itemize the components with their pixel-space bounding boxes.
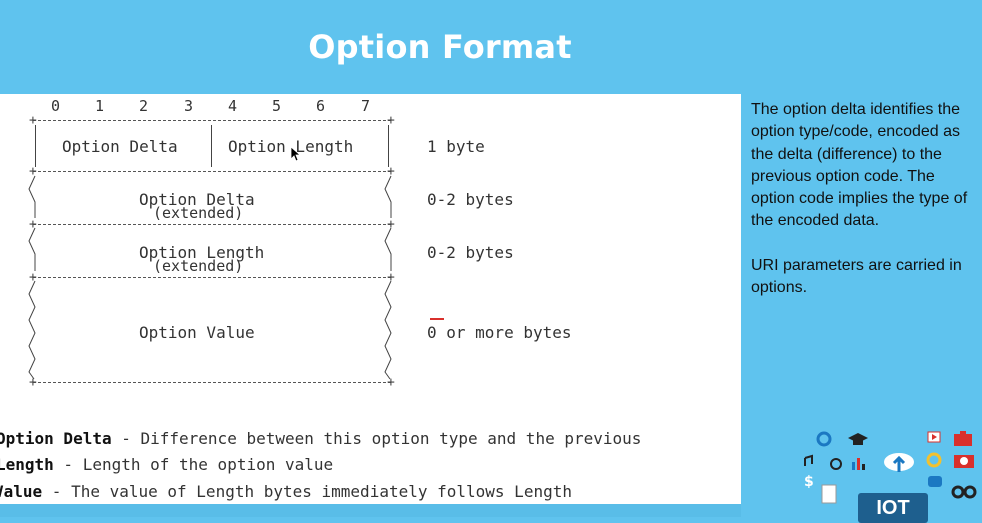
graduation-cap-icon — [848, 433, 868, 445]
notes-paragraph: The option delta identifies the option t… — [751, 101, 968, 230]
refresh-icon — [926, 452, 942, 468]
gear-icon — [816, 431, 832, 447]
sidebar-notes: The option delta identifies the option t… — [751, 99, 973, 321]
size-label: 0-2 bytes — [427, 243, 514, 262]
bit-number: 1 — [95, 97, 105, 115]
bit-number: 0 — [51, 97, 61, 115]
definition-term: Length — [0, 455, 54, 474]
cell-border — [211, 125, 212, 167]
cell-border — [388, 125, 389, 167]
extended-label: (extended) — [153, 204, 244, 222]
extended-label: (extended) — [153, 257, 244, 275]
slide-title: Option Format — [308, 28, 572, 66]
bar-chart-icon — [852, 458, 865, 470]
definition-text: - The value of Length bytes immediately … — [42, 482, 572, 501]
bit-number: 2 — [139, 97, 149, 115]
definition-text: - Length of the option value — [53, 455, 334, 474]
circle-icon — [830, 458, 842, 470]
option-value-field: Option Value — [139, 323, 255, 342]
bottom-band — [0, 504, 741, 517]
notes-paragraph: URI parameters are carried in options. — [751, 256, 962, 297]
bit-number: 6 — [316, 97, 326, 115]
play-icon — [927, 431, 941, 443]
chat-icon — [928, 476, 942, 487]
iot-badge: IOT — [858, 493, 928, 523]
bit-number: 7 — [361, 97, 371, 115]
row-border — [33, 171, 391, 172]
definition-term: Value — [0, 482, 43, 501]
wavy-border-right — [384, 175, 392, 380]
briefcase-icon — [954, 431, 972, 446]
size-label: 0-2 bytes — [427, 190, 514, 209]
definition-term: Option Delta — [0, 429, 112, 448]
definition-text: - Difference between this option type an… — [111, 429, 642, 448]
definition-delta: Option Delta - Difference between this o… — [0, 429, 641, 448]
document-icon — [821, 484, 837, 504]
music-icon — [804, 454, 813, 466]
row-border — [33, 382, 391, 383]
definition-value: Value - The value of Length bytes immedi… — [0, 482, 572, 501]
option-delta-field: Option Delta — [62, 137, 178, 156]
row-border — [33, 120, 391, 121]
definition-length: Length - Length of the option value — [0, 455, 333, 474]
svg-text:$: $ — [804, 474, 814, 490]
bit-number: 3 — [184, 97, 194, 115]
bit-number: 4 — [228, 97, 238, 115]
wavy-border-left — [28, 175, 36, 380]
cloud-upload-icon — [884, 453, 914, 472]
size-label: 0 or more bytes — [427, 323, 572, 342]
bit-number: 5 — [272, 97, 282, 115]
dollar-icon: $ — [804, 474, 814, 490]
cell-border — [35, 125, 36, 167]
annotation-mark — [430, 318, 444, 320]
camera-icon — [954, 455, 974, 468]
mouse-cursor-icon — [290, 146, 302, 162]
row-border — [33, 224, 391, 225]
size-label: 1 byte — [427, 137, 485, 156]
glasses-icon — [951, 485, 977, 499]
row-border — [33, 277, 391, 278]
